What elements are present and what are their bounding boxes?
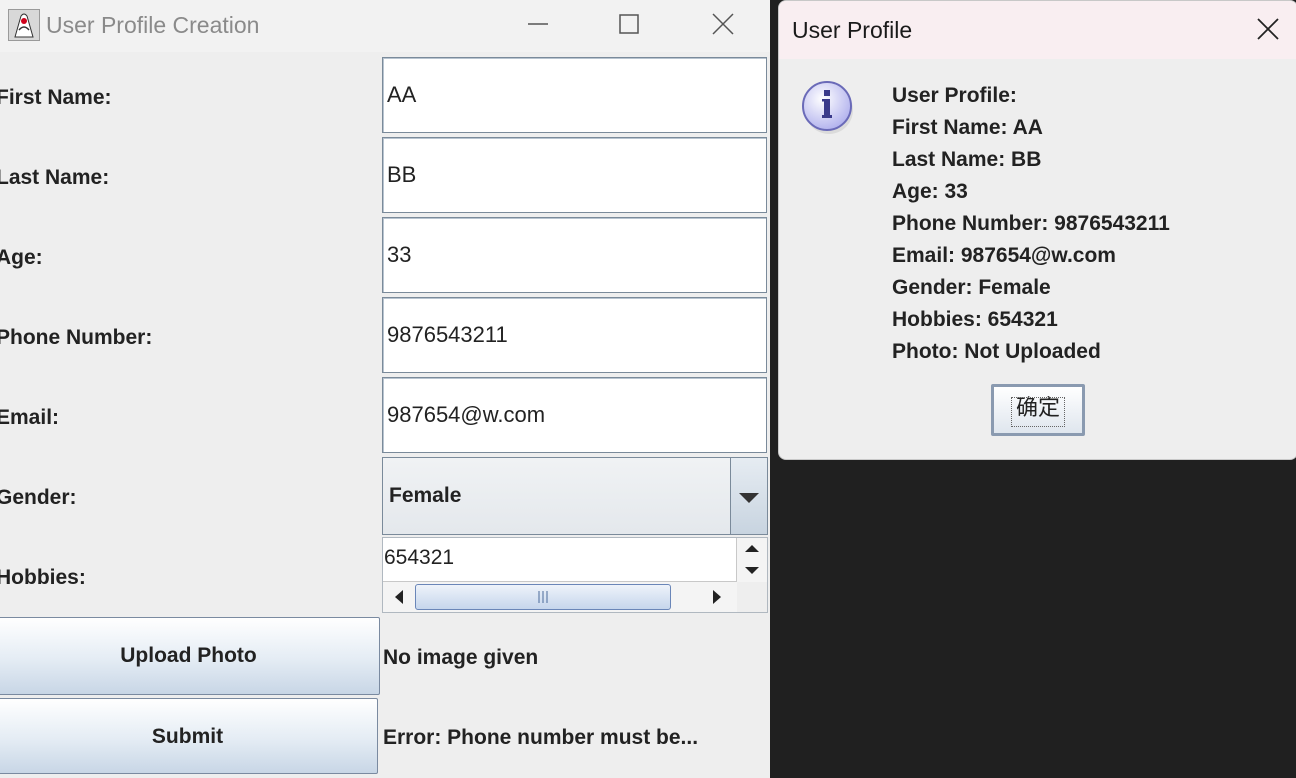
user-profile-creation-window: User Profile Creation First Name: Last N… bbox=[0, 0, 770, 778]
submit-button[interactable]: Submit bbox=[0, 698, 378, 774]
maximize-button[interactable] bbox=[611, 8, 647, 42]
java-duke-icon bbox=[8, 9, 40, 41]
dialog-line: Email: 987654@w.com bbox=[892, 244, 1116, 267]
ok-button[interactable]: 确定 bbox=[991, 384, 1085, 436]
dialog-line: Last Name: BB bbox=[892, 148, 1042, 171]
gender-combobox[interactable]: Female bbox=[382, 457, 768, 535]
close-icon bbox=[1257, 18, 1279, 40]
phone-number-field[interactable] bbox=[382, 297, 767, 373]
close-button[interactable] bbox=[705, 8, 741, 42]
email-field[interactable] bbox=[382, 377, 767, 453]
hobbies-vertical-scrollbar[interactable] bbox=[736, 538, 767, 582]
dialog-line: Gender: Female bbox=[892, 276, 1051, 299]
last-name-field[interactable] bbox=[382, 137, 767, 213]
user-profile-dialog: User Profile User Profile: First Name: A… bbox=[778, 0, 1296, 460]
hobbies-textarea[interactable]: 654321 bbox=[382, 537, 768, 613]
age-field[interactable] bbox=[382, 217, 767, 293]
chevron-down-icon bbox=[739, 493, 759, 503]
dialog-line: Phone Number: 9876543211 bbox=[892, 212, 1170, 235]
gender-dropdown-button[interactable] bbox=[730, 458, 767, 534]
window-title: User Profile Creation bbox=[46, 12, 260, 38]
email-label: Email: bbox=[0, 406, 60, 429]
dialog-line: First Name: AA bbox=[892, 116, 1043, 139]
last-name-label: Last Name: bbox=[0, 166, 110, 189]
upload-photo-button[interactable]: Upload Photo bbox=[0, 617, 380, 695]
dialog-line: Age: 33 bbox=[892, 180, 968, 203]
scroll-down-icon[interactable] bbox=[745, 567, 759, 574]
dialog-line: Hobbies: 654321 bbox=[892, 308, 1058, 331]
dialog-close-button[interactable] bbox=[1253, 14, 1283, 44]
minimize-button[interactable] bbox=[520, 8, 556, 42]
first-name-field[interactable] bbox=[382, 57, 767, 133]
hobbies-horizontal-scrollbar[interactable] bbox=[383, 581, 737, 612]
hobbies-text: 654321 bbox=[384, 546, 455, 569]
hobbies-label: Hobbies: bbox=[0, 566, 86, 589]
scroll-up-icon[interactable] bbox=[745, 545, 759, 552]
minimize-icon bbox=[528, 23, 548, 25]
phone-number-label: Phone Number: bbox=[0, 326, 153, 349]
age-label: Age: bbox=[0, 246, 43, 269]
close-icon bbox=[712, 13, 734, 35]
focus-ring bbox=[1011, 397, 1065, 427]
info-icon bbox=[799, 79, 855, 135]
error-status-text: Error: Phone number must be... bbox=[383, 726, 699, 749]
dialog-line: User Profile: bbox=[892, 84, 1017, 107]
first-name-label: First Name: bbox=[0, 86, 112, 109]
hobbies-scroll-thumb[interactable] bbox=[415, 584, 671, 610]
scroll-right-icon[interactable] bbox=[713, 590, 721, 604]
window-titlebar[interactable]: User Profile Creation bbox=[0, 0, 770, 52]
dialog-titlebar[interactable]: User Profile bbox=[779, 1, 1296, 59]
photo-status-text: No image given bbox=[383, 646, 539, 669]
scroll-corner bbox=[737, 582, 767, 612]
gender-selected-value: Female bbox=[389, 484, 462, 507]
maximize-icon bbox=[619, 14, 639, 34]
gender-label: Gender: bbox=[0, 486, 77, 509]
scroll-left-icon[interactable] bbox=[395, 590, 403, 604]
dialog-title: User Profile bbox=[792, 17, 913, 43]
dialog-line: Photo: Not Uploaded bbox=[892, 340, 1101, 363]
